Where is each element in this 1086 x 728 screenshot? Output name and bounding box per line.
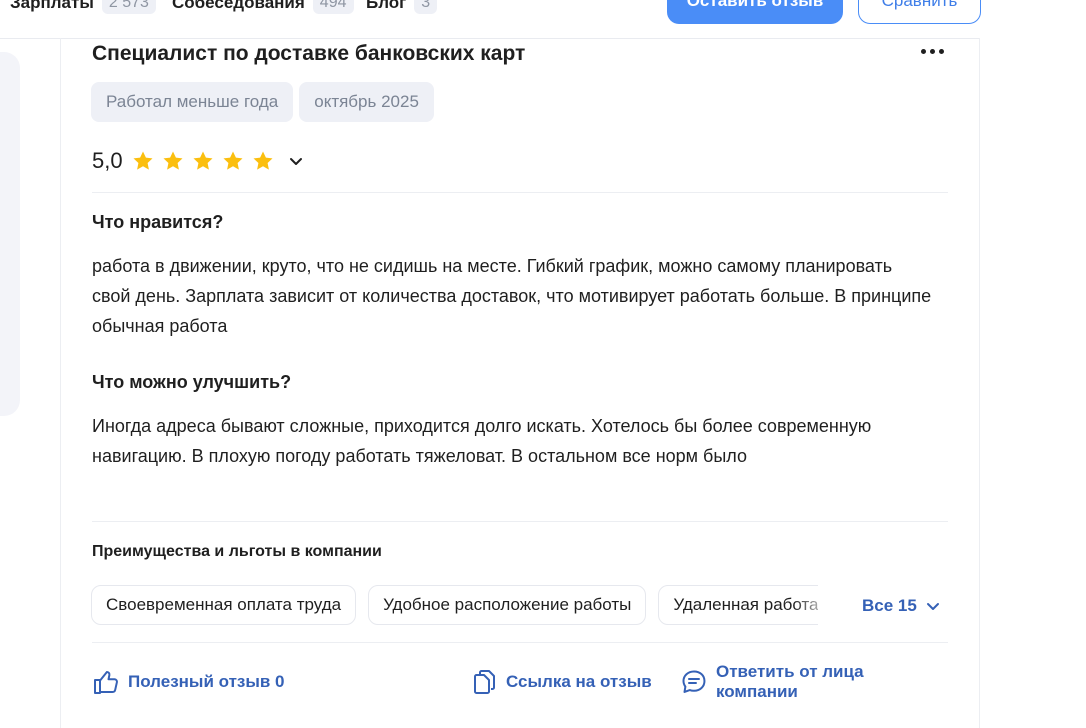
review-link-button[interactable]: Ссылка на отзыв <box>470 666 652 698</box>
nav-item-label: Зарплаты <box>10 0 94 12</box>
star-icon <box>223 151 243 170</box>
chevron-down-icon[interactable] <box>287 152 305 170</box>
benefit-chip[interactable]: Своевременная оплата труда <box>91 585 357 625</box>
review-actions: Полезный отзыв 0 Ссылка на отзыв Ответит… <box>92 662 950 701</box>
reply-as-company-label: Ответить от лица компании <box>715 662 864 701</box>
benefit-chip[interactable]: Удаленная работа <box>658 585 818 625</box>
more-options-icon[interactable] <box>914 40 950 62</box>
nav-item-blog[interactable]: Блог 3 <box>366 0 438 16</box>
star-icon <box>193 151 213 170</box>
tag-employment-duration: Работал меньше года <box>91 82 294 122</box>
nav-item-salaries[interactable]: Зарплаты 2 573 <box>10 0 156 16</box>
rating-value: 5,0 <box>92 148 123 173</box>
compare-button[interactable]: Сравнить <box>858 0 981 24</box>
helpful-review-label: Полезный отзыв 0 <box>128 672 285 691</box>
divider <box>92 521 948 522</box>
review-link-label: Ссылка на отзыв <box>506 672 652 691</box>
improve-text: Иногда адреса бывают сложные, приходится… <box>92 416 872 466</box>
sidebar-panel <box>0 52 20 416</box>
nav-item-count: 3 <box>414 0 438 14</box>
copy-link-icon <box>474 670 495 694</box>
likes-heading: Что нравится? <box>92 212 224 232</box>
nav-item-label: Собеседования <box>172 0 305 12</box>
star-icon <box>253 151 273 170</box>
tag-review-date: октябрь 2025 <box>299 82 434 122</box>
likes-text: работа в движении, круто, что не сидишь … <box>92 256 932 336</box>
helpful-review-button[interactable]: Полезный отзыв 0 <box>92 666 285 698</box>
thumbs-up-icon <box>94 671 118 694</box>
rating-stars <box>131 149 275 173</box>
rating[interactable]: 5,0 <box>92 148 305 174</box>
divider <box>92 642 948 643</box>
star-icon <box>163 151 183 170</box>
reply-as-company-button[interactable]: Ответить от лица компании <box>680 662 950 701</box>
review-title: Специалист по доставке банковских карт <box>92 42 526 65</box>
nav-item-label: Блог <box>366 0 407 12</box>
nav-item-count: 494 <box>312 0 354 14</box>
review-tags: Работал меньше года октябрь 2025 <box>91 82 434 122</box>
divider <box>92 192 948 193</box>
all-benefits-button[interactable]: Все 15 <box>862 596 941 616</box>
nav-item-interviews[interactable]: Собеседования 494 <box>172 0 354 16</box>
chat-bubble-icon <box>682 670 706 693</box>
star-icon <box>133 151 153 170</box>
benefit-chip[interactable]: Удобное расположение работы <box>368 585 647 625</box>
leave-review-button[interactable]: Оставить отзыв <box>667 0 843 24</box>
benefits-heading: Преимущества и льготы в компании <box>92 543 382 560</box>
all-benefits-label: Все 15 <box>862 596 917 615</box>
nav-item-count: 2 573 <box>101 0 156 14</box>
improve-heading: Что можно улучшить? <box>92 372 292 392</box>
chevron-down-icon <box>926 603 939 610</box>
benefits-list: Своевременная оплата труда Удобное распо… <box>91 585 818 625</box>
